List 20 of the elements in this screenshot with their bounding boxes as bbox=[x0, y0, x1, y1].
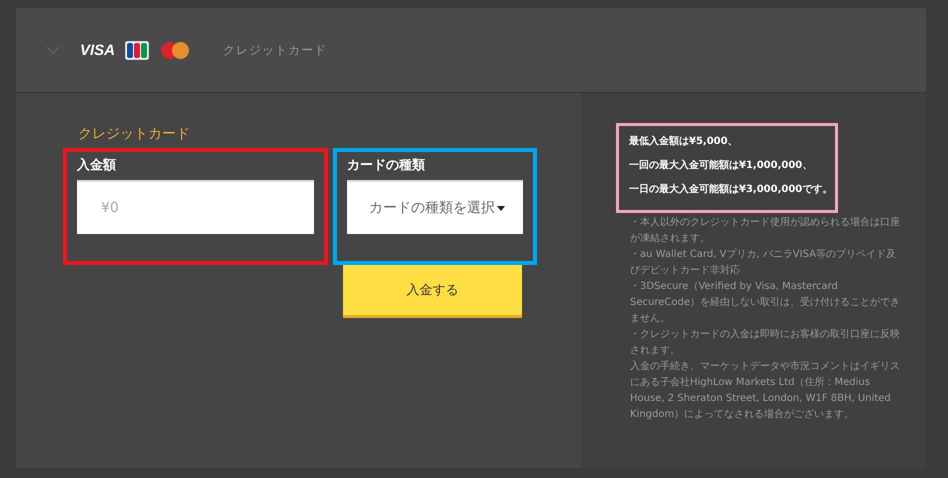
card-brand-icon bbox=[161, 42, 190, 58]
note-text: ・本人以外のクレジットカード使用が認められる場合は口座が凍結されます。 bbox=[630, 216, 901, 246]
note-text: ・3DSecure（Verified by Visa, Mastercard SecureCode）を経由しない取引は、受け付けることができません。 bbox=[630, 280, 901, 326]
card-brand-icon bbox=[125, 40, 150, 60]
form-heading: クレジットカード bbox=[78, 125, 191, 144]
card-type-dropdown[interactable]: カードの種類を選択 bbox=[347, 180, 523, 234]
deposit-button[interactable]: 入金する bbox=[343, 265, 522, 318]
limit-text: 最低入金額は¥5,000、 bbox=[629, 134, 739, 149]
caret-icon bbox=[497, 206, 505, 211]
field-label: カードの種類 bbox=[347, 158, 426, 175]
section-title: クレジットカード bbox=[223, 42, 328, 58]
limit-text: 一日の最大入金可能額は¥3,000,000です。 bbox=[629, 182, 834, 197]
limit-text: 一回の最大入金可能額は¥1,000,000、 bbox=[629, 158, 814, 173]
brand-logo: VISA bbox=[80, 42, 116, 58]
chevron-icon[interactable] bbox=[46, 46, 60, 54]
field-label: 入金額 bbox=[77, 158, 117, 175]
note-text: ・クレジットカードの入金は即時にお客様の取引口座に反映されます。 bbox=[630, 328, 901, 358]
amount-field[interactable]: ¥0 bbox=[77, 180, 314, 234]
note-text: 入金の手続き、マーケットデータや市況コメントはイギリスにある子会社HighLow Markets Ltd（住所：Medius House, 2 Sheraton Street, London, W1F 8BH, United Kingdom）によってなされる場合がございます。 bbox=[630, 360, 901, 422]
note-text: ・au Wallet Card, Vプリカ, バニラVISA等のプリペイド及びデビットカード非対応 bbox=[630, 248, 897, 278]
